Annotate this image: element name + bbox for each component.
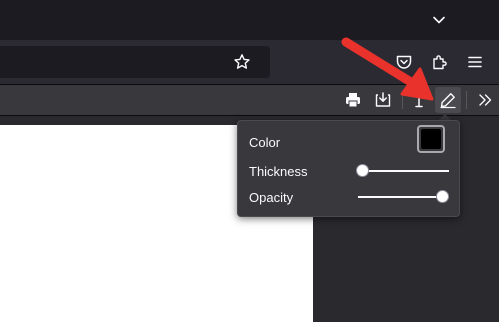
tab-strip [0, 0, 499, 40]
bookmark-star-button[interactable] [230, 50, 254, 74]
chevron-down-icon [433, 16, 445, 24]
pdf-toolbar [0, 85, 499, 116]
pencil-icon [440, 93, 456, 109]
color-swatch-fill [421, 129, 441, 149]
printer-icon [346, 93, 360, 108]
color-label: Color [249, 135, 281, 150]
color-picker[interactable] [417, 125, 445, 153]
opacity-slider-thumb[interactable] [436, 190, 449, 203]
extensions-button[interactable] [426, 48, 454, 76]
hamburger-icon [468, 56, 482, 68]
app-menu-button[interactable] [461, 48, 489, 76]
pocket-icon [396, 55, 412, 69]
print-button[interactable] [340, 87, 366, 113]
toolbar-separator [402, 91, 403, 109]
thickness-slider[interactable] [356, 164, 449, 177]
thickness-label: Thickness [249, 164, 308, 179]
url-bar[interactable] [0, 46, 270, 78]
browser-window: Color Thickness Opacity [0, 0, 499, 322]
download-icon [375, 92, 391, 107]
tab-list-button[interactable] [425, 6, 453, 34]
text-cursor-icon [415, 92, 423, 108]
double-chevron-right-icon [479, 94, 492, 106]
pocket-button[interactable] [390, 48, 418, 76]
save-button[interactable] [370, 87, 396, 113]
ink-editor-params-popup: Color Thickness Opacity [237, 120, 460, 217]
more-tools-button[interactable] [472, 87, 498, 113]
puzzle-icon [433, 55, 447, 70]
nav-toolbar [0, 40, 499, 84]
toolbar-separator [466, 91, 467, 109]
thickness-slider-thumb[interactable] [356, 164, 369, 177]
opacity-label: Opacity [249, 190, 294, 205]
star-icon [234, 54, 250, 69]
opacity-slider[interactable] [358, 190, 449, 203]
draw-tool-button[interactable] [435, 87, 461, 113]
text-tool-button[interactable] [406, 87, 432, 113]
